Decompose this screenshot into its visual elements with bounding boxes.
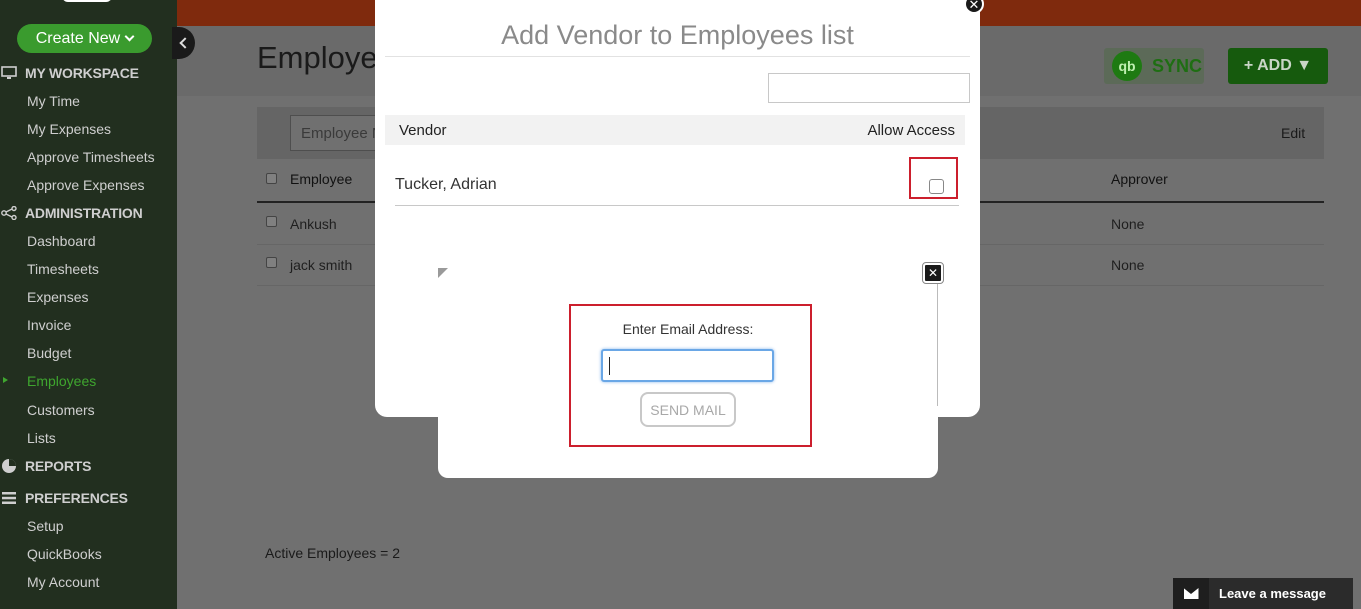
allow-access-checkbox[interactable] xyxy=(929,179,944,194)
sidebar-item-invoice[interactable]: Invoice xyxy=(27,317,71,333)
leave-message-widget[interactable]: Leave a message xyxy=(1173,578,1353,609)
sidebar-item-quickbooks[interactable]: QuickBooks xyxy=(27,546,102,562)
email-form-highlight xyxy=(569,304,812,447)
section-administration[interactable]: ADMINISTRATION xyxy=(0,205,143,221)
edit-link[interactable]: Edit xyxy=(1281,125,1305,141)
app-logo xyxy=(62,0,112,2)
create-new-label: Create New xyxy=(35,29,121,47)
popup-edge xyxy=(937,276,938,406)
section-label: MY WORKSPACE xyxy=(25,65,139,81)
column-header-employee[interactable]: Employee xyxy=(290,171,352,187)
chevron-left-icon xyxy=(178,37,191,49)
sidebar-item-dashboard[interactable]: Dashboard xyxy=(27,233,96,249)
pie-chart-icon xyxy=(0,459,18,473)
sidebar-item-label: Employees xyxy=(27,373,97,389)
section-label: ADMINISTRATION xyxy=(25,205,143,221)
sync-label: SYNC xyxy=(1152,55,1203,76)
sidebar-item-customers[interactable]: Customers xyxy=(27,402,95,418)
monitor-icon xyxy=(0,66,18,80)
vendor-table-header: Vendor Allow Access xyxy=(385,115,965,145)
active-arrow-icon xyxy=(3,377,8,383)
employee-name[interactable]: jack smith xyxy=(290,257,352,273)
sidebar-item-timesheets[interactable]: Timesheets xyxy=(27,261,99,277)
sidebar-item-lists[interactable]: Lists xyxy=(27,430,56,446)
select-all-checkbox[interactable] xyxy=(266,173,277,184)
add-button[interactable]: + ADD ▼ xyxy=(1228,48,1328,84)
sidebar-item-budget[interactable]: Budget xyxy=(27,345,71,361)
column-header-allow-access: Allow Access xyxy=(867,122,955,139)
sidebar-item-approve-expenses[interactable]: Approve Expenses xyxy=(27,177,145,193)
approver-value: None xyxy=(1111,216,1145,232)
sync-button[interactable]: qb SYNC xyxy=(1104,48,1204,84)
column-header-approver[interactable]: Approver xyxy=(1111,171,1168,187)
row-checkbox[interactable] xyxy=(266,257,277,268)
envelope-icon xyxy=(1173,578,1209,609)
section-reports[interactable]: REPORTS xyxy=(0,458,91,474)
sidebar-item-employees[interactable]: Employees xyxy=(3,373,97,389)
sidebar: Create New MY WORKSPACE My Time My Expen… xyxy=(0,0,177,609)
active-employees-count: Active Employees = 2 xyxy=(265,545,401,561)
modal-title-divider xyxy=(385,56,970,57)
quickbooks-icon: qb xyxy=(1112,51,1142,81)
section-label: PREFERENCES xyxy=(25,490,128,506)
section-my-workspace[interactable]: MY WORKSPACE xyxy=(0,65,139,81)
leave-message-label: Leave a message xyxy=(1219,586,1326,601)
vendor-name: Tucker, Adrian xyxy=(395,176,497,193)
employee-name[interactable]: Ankush xyxy=(290,216,337,232)
sidebar-item-approve-timesheets[interactable]: Approve Timesheets xyxy=(27,149,155,165)
sidebar-item-setup[interactable]: Setup xyxy=(27,518,64,534)
popup-corner xyxy=(438,268,448,278)
vendor-row-divider xyxy=(395,205,959,206)
modal-title: Add Vendor to Employees list xyxy=(501,20,854,50)
section-label: REPORTS xyxy=(25,458,92,474)
popup-close-icon[interactable]: ✕ xyxy=(922,262,944,284)
row-checkbox[interactable] xyxy=(266,216,277,227)
sidebar-item-my-time[interactable]: My Time xyxy=(27,93,80,109)
vendor-search-input[interactable] xyxy=(768,73,970,103)
sliders-icon xyxy=(0,491,18,505)
sidebar-item-expenses[interactable]: Expenses xyxy=(27,289,88,305)
column-header-vendor: Vendor xyxy=(399,122,447,139)
create-new-button[interactable]: Create New xyxy=(17,24,152,53)
section-preferences[interactable]: PREFERENCES xyxy=(0,490,128,506)
chevron-down-icon xyxy=(124,31,135,42)
sidebar-item-my-expenses[interactable]: My Expenses xyxy=(27,121,111,137)
sidebar-item-my-account[interactable]: My Account xyxy=(27,574,99,590)
approver-value: None xyxy=(1111,257,1145,273)
share-icon xyxy=(0,206,18,220)
